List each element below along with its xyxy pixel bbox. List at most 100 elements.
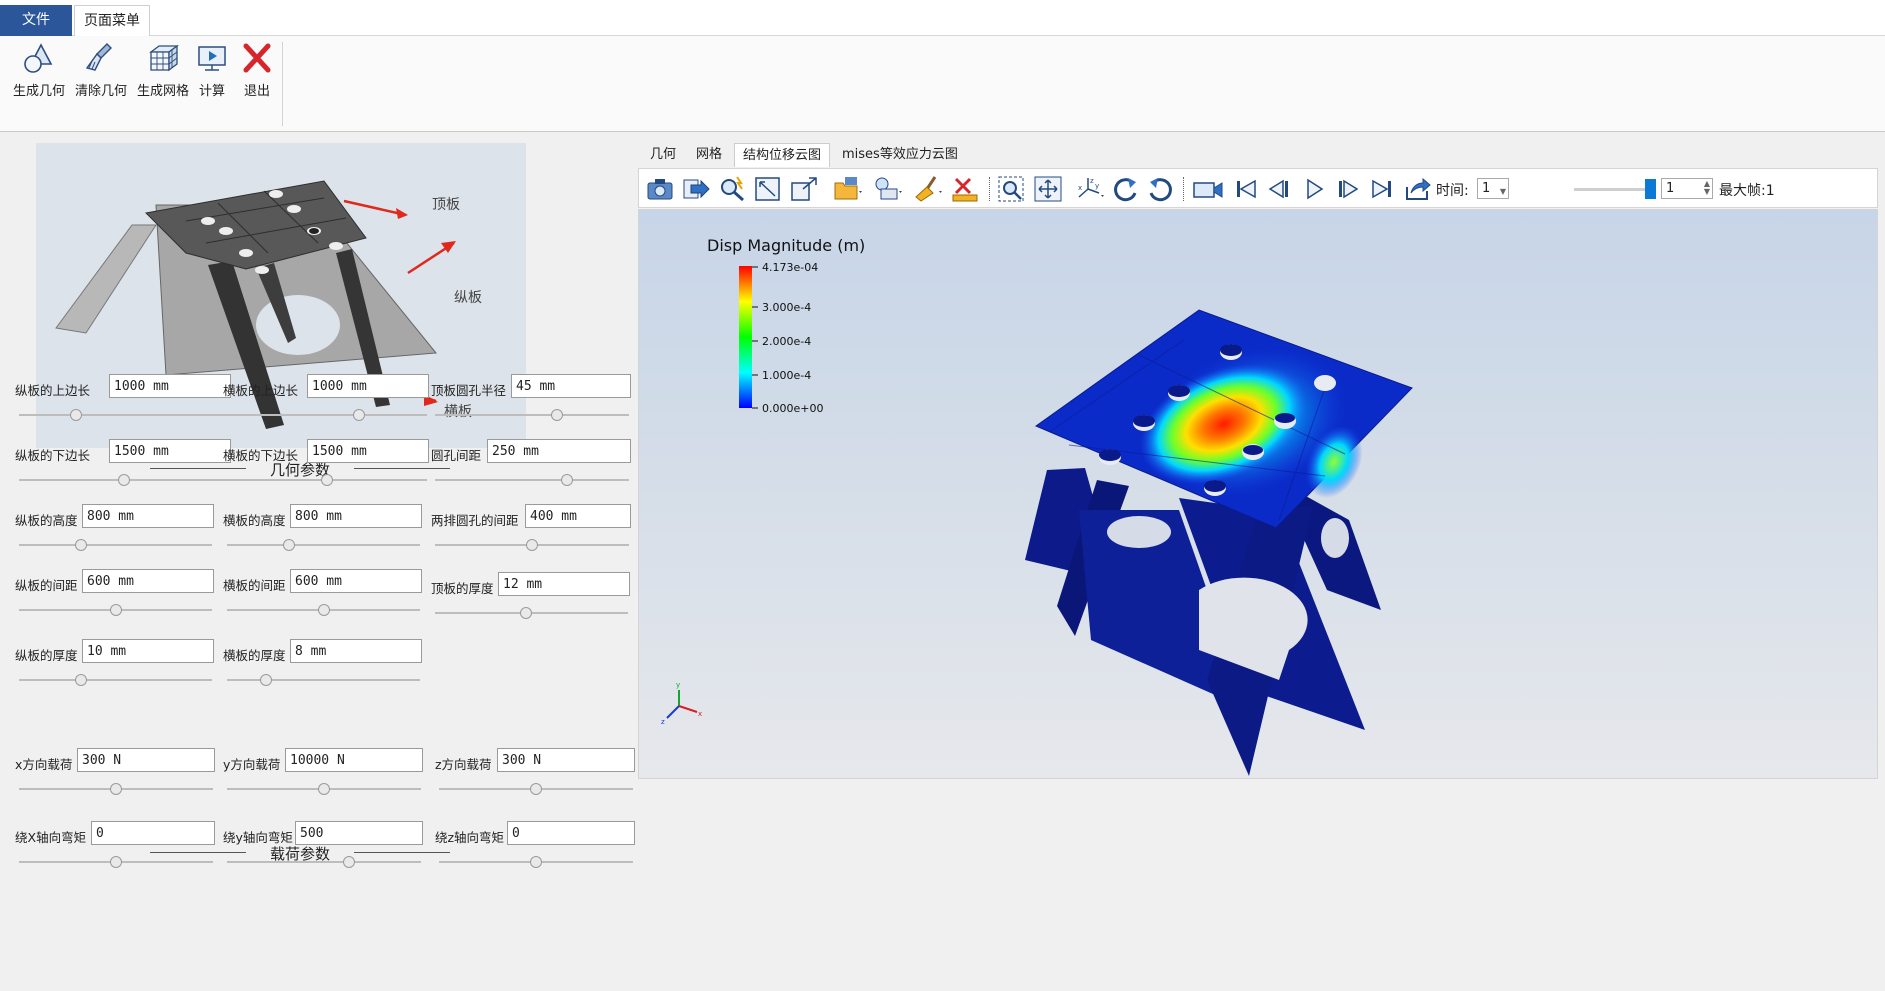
viewer-toolbar: zyx 时间: 1 ▼ 1 ▲ ▼ 最大帧:1 xyxy=(638,168,1878,208)
lighting-button[interactable] xyxy=(873,175,903,203)
param-slider[interactable] xyxy=(227,856,421,868)
slider-handle[interactable] xyxy=(282,539,295,551)
compute-button[interactable]: 计算 xyxy=(184,40,240,110)
slider-handle[interactable] xyxy=(110,783,122,795)
param-slider[interactable] xyxy=(19,604,212,616)
param-input[interactable] xyxy=(82,569,214,593)
param-slider[interactable] xyxy=(439,783,633,795)
param-input[interactable] xyxy=(290,639,422,663)
param-input[interactable] xyxy=(525,504,631,528)
param-slider[interactable] xyxy=(19,539,212,551)
clear-button[interactable] xyxy=(913,175,943,203)
folder-icon xyxy=(834,177,862,200)
param-slider[interactable] xyxy=(227,674,420,686)
param-slider[interactable] xyxy=(19,783,213,795)
tab-geometry[interactable]: 几何 xyxy=(642,143,684,167)
time-slider-handle[interactable] xyxy=(1645,179,1656,199)
file-menu-tab[interactable]: 文件 xyxy=(0,5,72,36)
slider-handle[interactable] xyxy=(74,674,87,686)
param-input[interactable] xyxy=(109,439,231,463)
rotate-cw-button[interactable] xyxy=(1111,175,1141,203)
param-slider[interactable] xyxy=(19,856,213,868)
slider-handle[interactable] xyxy=(74,539,87,551)
param-input[interactable] xyxy=(82,639,214,663)
param-input[interactable] xyxy=(295,821,423,845)
tab-displacement-contour[interactable]: 结构位移云图 xyxy=(734,143,831,167)
slider-handle[interactable] xyxy=(353,409,365,421)
param-input[interactable] xyxy=(307,374,429,398)
zoom-window-button[interactable] xyxy=(997,175,1027,203)
view-axes-button[interactable]: zy x xyxy=(1075,175,1105,203)
slider-handle[interactable] xyxy=(321,474,333,486)
param-slider[interactable] xyxy=(435,474,629,486)
frame-spinbox[interactable]: 1 ▲ ▼ xyxy=(1661,178,1713,199)
param-slider[interactable] xyxy=(435,607,628,619)
slider-handle[interactable] xyxy=(318,783,330,795)
param-input[interactable] xyxy=(77,748,215,772)
pan-button[interactable] xyxy=(1033,175,1063,203)
param-input[interactable] xyxy=(511,374,631,398)
param-slider[interactable] xyxy=(19,674,212,686)
clear-geometry-button[interactable]: 清除几何 xyxy=(70,40,132,110)
tab-mises-stress-contour[interactable]: mises等效应力云图 xyxy=(834,143,966,167)
slider-handle[interactable] xyxy=(526,539,538,551)
param-slider[interactable] xyxy=(227,409,427,421)
exit-button[interactable]: 退出 xyxy=(233,40,281,110)
next-frame-button[interactable] xyxy=(1333,175,1363,203)
axis-x-label: x xyxy=(698,710,702,718)
slider-handle[interactable] xyxy=(69,409,82,421)
previous-frame-button[interactable] xyxy=(1265,175,1295,203)
param-slider[interactable] xyxy=(435,539,629,551)
param-input[interactable] xyxy=(307,439,429,463)
time-slider-track[interactable] xyxy=(1574,188,1654,191)
open-file-button[interactable] xyxy=(833,175,863,203)
param-slider[interactable] xyxy=(435,409,629,421)
time-select[interactable]: 1 ▼ xyxy=(1477,178,1509,199)
param-slider[interactable] xyxy=(227,539,420,551)
param-input[interactable] xyxy=(285,748,423,772)
param-input[interactable] xyxy=(82,504,214,528)
ruler-delete-button[interactable] xyxy=(951,175,981,203)
slider-handle[interactable] xyxy=(118,474,130,486)
page-menu-tab[interactable]: 页面菜单 xyxy=(74,5,150,36)
slider-handle[interactable] xyxy=(530,856,542,868)
play-button[interactable] xyxy=(1299,175,1329,203)
param-input[interactable] xyxy=(290,569,422,593)
first-frame-button[interactable] xyxy=(1231,175,1261,203)
last-frame-button[interactable] xyxy=(1367,175,1397,203)
param-input[interactable] xyxy=(487,439,631,463)
generate-geometry-button[interactable]: 生成几何 xyxy=(8,40,70,110)
param-slider[interactable] xyxy=(227,783,421,795)
zoom-box-button[interactable] xyxy=(789,175,819,203)
slider-handle[interactable] xyxy=(317,604,330,616)
share-button[interactable] xyxy=(1403,175,1433,203)
param-input[interactable] xyxy=(290,504,422,528)
record-video-button[interactable] xyxy=(1191,175,1225,203)
slider-handle[interactable] xyxy=(519,607,532,619)
param-slider[interactable] xyxy=(19,409,229,421)
fit-view-button[interactable] xyxy=(753,175,783,203)
param-input[interactable] xyxy=(498,572,630,596)
screenshot-button[interactable] xyxy=(645,175,675,203)
slider-handle[interactable] xyxy=(551,409,564,421)
slider-handle[interactable] xyxy=(110,856,122,868)
param-slider[interactable] xyxy=(439,856,633,868)
slider-handle[interactable] xyxy=(560,474,573,486)
param-input[interactable] xyxy=(109,374,231,398)
param-slider[interactable] xyxy=(19,474,229,486)
probe-button[interactable] xyxy=(717,175,747,203)
tab-mesh[interactable]: 网格 xyxy=(688,143,730,167)
param-slider[interactable] xyxy=(227,604,420,616)
slider-handle[interactable] xyxy=(343,856,356,868)
rotate-ccw-button[interactable] xyxy=(1145,175,1175,203)
render-canvas[interactable]: Disp Magnitude (m) 4.173e-04 3.000e-4 2.… xyxy=(638,209,1878,779)
slider-handle[interactable] xyxy=(109,604,122,616)
viewer-tab-bar: 几何 网格 结构位移云图 mises等效应力云图 xyxy=(638,143,1878,167)
param-input[interactable] xyxy=(91,821,215,845)
param-input[interactable] xyxy=(507,821,635,845)
param-slider[interactable] xyxy=(227,474,427,486)
export-button[interactable] xyxy=(681,175,711,203)
slider-handle[interactable] xyxy=(530,783,542,795)
slider-handle[interactable] xyxy=(259,674,272,686)
param-input[interactable] xyxy=(497,748,635,772)
